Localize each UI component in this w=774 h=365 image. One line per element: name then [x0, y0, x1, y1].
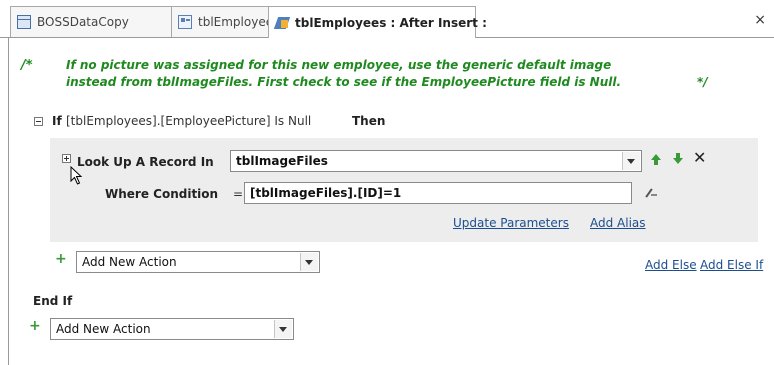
macro-icon: [275, 16, 289, 30]
tab-tblemployees[interactable]: tblEmployees: [171, 6, 279, 37]
inner-add-new-action-text: Add New Action: [82, 255, 177, 269]
tab-label: tblEmployees : After Insert :: [295, 15, 487, 30]
add-action-plus-icon[interactable]: +: [55, 251, 67, 267]
move-down-icon[interactable]: [673, 153, 683, 164]
where-condition-input[interactable]: [tblImageFiles].[ID]=1: [244, 182, 632, 204]
form-icon: [178, 15, 192, 29]
lookup-record-action[interactable]: Look Up A Record In tblImageFiles ✕ Wher…: [50, 138, 758, 242]
end-if-keyword: End If: [33, 294, 73, 308]
table-icon: [17, 15, 31, 29]
document-tab-strip: BOSSDataCopy tblEmployees tblEmployees :…: [0, 0, 774, 38]
outer-add-new-action-select[interactable]: Add New Action: [50, 318, 294, 340]
update-parameters-link[interactable]: Update Parameters: [453, 216, 569, 230]
comment-close: */: [697, 75, 708, 89]
tab-bossdatacopy[interactable]: BOSSDataCopy: [10, 6, 174, 37]
where-condition-value: [tblImageFiles].[ID]=1: [250, 186, 402, 200]
editor-left-border: [8, 38, 9, 365]
chevron-down-icon[interactable]: [274, 320, 292, 338]
move-up-icon[interactable]: [651, 154, 661, 165]
chevron-down-icon[interactable]: [300, 253, 318, 271]
add-alias-link[interactable]: Add Alias: [590, 216, 646, 230]
lookup-table-value: tblImageFiles: [236, 154, 328, 168]
outer-add-new-action-text: Add New Action: [56, 322, 151, 336]
expand-action-icon[interactable]: [62, 154, 71, 163]
equals-sign: =: [233, 187, 244, 201]
add-else-if-link[interactable]: Add Else If: [700, 258, 763, 272]
chevron-down-icon[interactable]: [622, 152, 640, 170]
inner-add-new-action-select[interactable]: Add New Action: [76, 251, 320, 273]
tab-label: BOSSDataCopy: [37, 15, 129, 29]
if-condition[interactable]: [tblEmployees].[EmployeePicture] Is Null: [66, 114, 311, 128]
action-label: Look Up A Record In: [77, 155, 214, 169]
close-icon[interactable]: ×: [754, 12, 766, 28]
comment-open: /*: [21, 58, 33, 73]
add-action-plus-icon[interactable]: +: [29, 318, 41, 334]
tab-tblemployees-after-insert[interactable]: tblEmployees : After Insert :: [268, 6, 487, 38]
expression-builder-icon[interactable]: [645, 186, 659, 200]
collapse-if-icon[interactable]: [34, 117, 43, 126]
comment-text[interactable]: If no picture was assigned for this new …: [66, 57, 636, 91]
mouse-cursor-icon: [70, 166, 83, 185]
delete-action-icon[interactable]: ✕: [693, 148, 706, 167]
lookup-table-combo[interactable]: tblImageFiles: [230, 150, 642, 172]
where-condition-label: Where Condition: [105, 187, 219, 201]
then-keyword: Then: [352, 114, 386, 128]
add-else-link[interactable]: Add Else: [645, 258, 697, 272]
if-keyword: If: [52, 114, 62, 128]
